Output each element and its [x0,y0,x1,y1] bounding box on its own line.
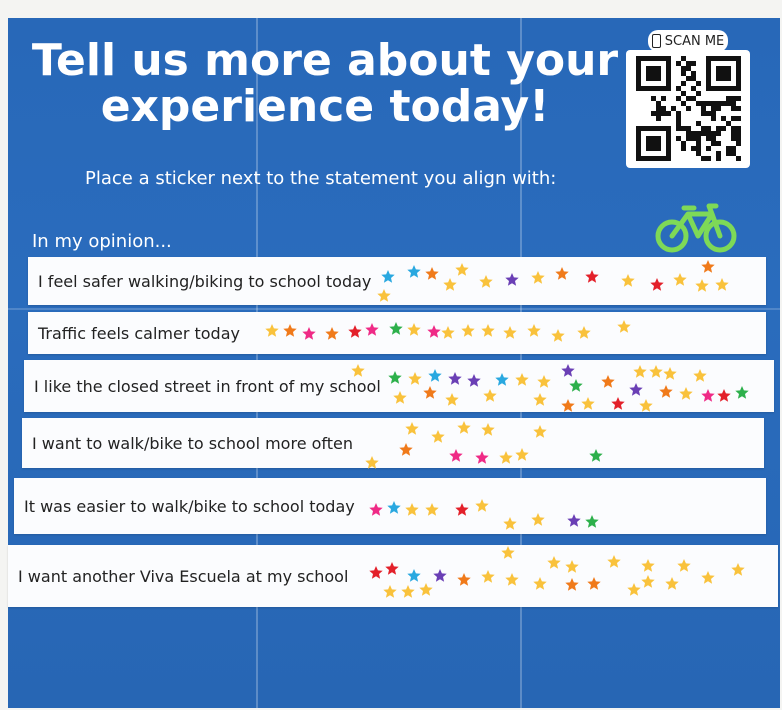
statement-text: I want to walk/bike to school more often [32,433,354,453]
opinion-label: In my opinion... [32,231,172,252]
statement-text: I want another Viva Escuela at my school [18,566,349,586]
statement-text: I like the closed street in front of my … [34,376,381,396]
statement-row: I want another Viva Escuela at my school [8,545,778,607]
scan-text: SCAN ME [664,33,725,49]
statement-row: It was easier to walk/bike to school tod… [14,478,766,534]
statement-row: I want to walk/bike to school more often [22,418,764,468]
qr-code [626,50,750,168]
fold-line [8,308,780,310]
statement-row: Traffic feels calmer today [28,312,766,354]
statement-row: I like the closed street in front of my … [24,360,774,412]
poster-title: Tell us more about your experience today… [31,35,619,132]
instructions: Place a sticker next to the statement yo… [85,168,557,189]
statement-text: It was easier to walk/bike to school tod… [24,496,355,516]
statement-row: I feel safer walking/biking to school to… [28,257,766,305]
bicycle-icon [655,203,737,253]
scan-me-label: SCAN ME [648,30,728,52]
phone-icon [651,34,661,48]
statement-text: I feel safer walking/biking to school to… [38,271,372,291]
statement-text: Traffic feels calmer today [38,323,240,343]
